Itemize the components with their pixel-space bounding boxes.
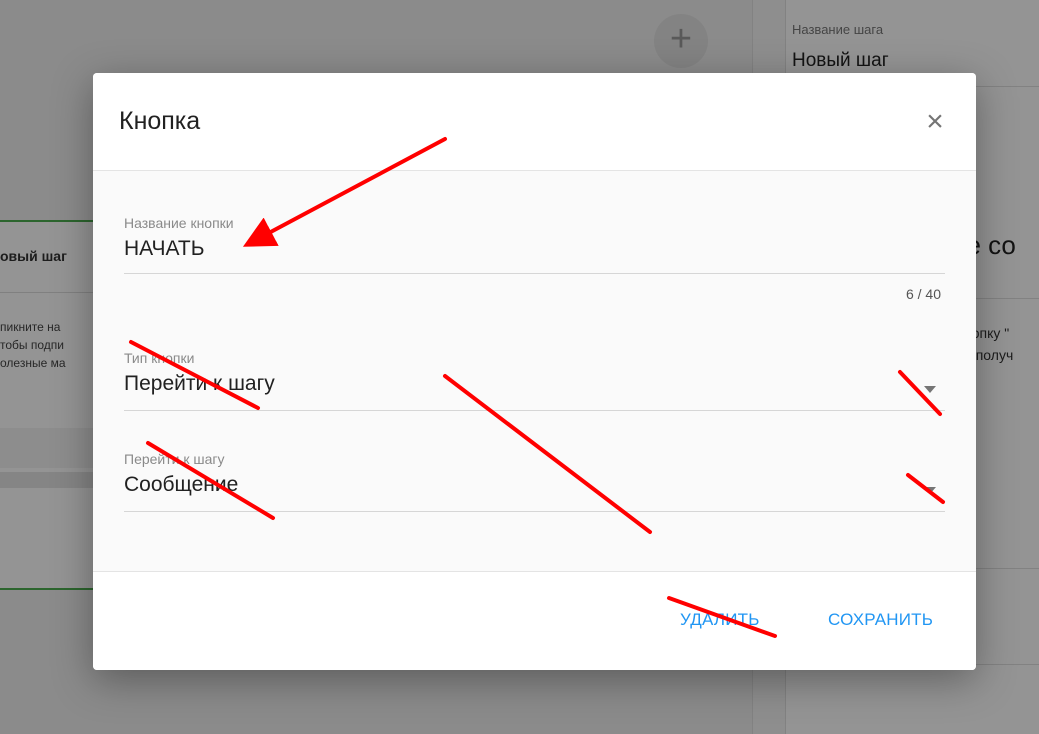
button-type-label: Тип кнопки bbox=[124, 350, 195, 366]
button-name-underline bbox=[124, 273, 945, 274]
dialog-title: Кнопка bbox=[119, 107, 201, 135]
dialog-footer: УДАЛИТЬ СОХРАНИТЬ bbox=[93, 571, 976, 670]
button-type-value[interactable]: Перейти к шагу bbox=[124, 372, 946, 396]
dialog-header: Кнопка × bbox=[93, 73, 976, 171]
button-type-underline bbox=[124, 410, 945, 411]
chevron-down-icon[interactable] bbox=[924, 487, 936, 494]
close-icon[interactable]: × bbox=[918, 105, 952, 139]
char-counter: 6 / 40 bbox=[905, 286, 941, 302]
button-name-field[interactable]: Название кнопки НАЧАТЬ bbox=[124, 215, 946, 261]
button-dialog: Кнопка × Название кнопки НАЧАТЬ 6 / 40 Т… bbox=[93, 73, 976, 670]
goto-step-label: Перейти к шагу bbox=[124, 451, 225, 467]
save-button[interactable]: СОХРАНИТЬ bbox=[828, 610, 933, 630]
button-name-label: Название кнопки bbox=[124, 215, 234, 231]
chevron-down-icon[interactable] bbox=[924, 386, 936, 393]
button-type-select[interactable]: Тип кнопки Перейти к шагу bbox=[124, 350, 946, 396]
goto-step-underline bbox=[124, 511, 945, 512]
button-name-input[interactable]: НАЧАТЬ bbox=[124, 237, 946, 261]
goto-step-select[interactable]: Перейти к шагу Сообщение bbox=[124, 451, 946, 497]
goto-step-value[interactable]: Сообщение bbox=[124, 473, 946, 497]
delete-button[interactable]: УДАЛИТЬ bbox=[680, 610, 760, 630]
